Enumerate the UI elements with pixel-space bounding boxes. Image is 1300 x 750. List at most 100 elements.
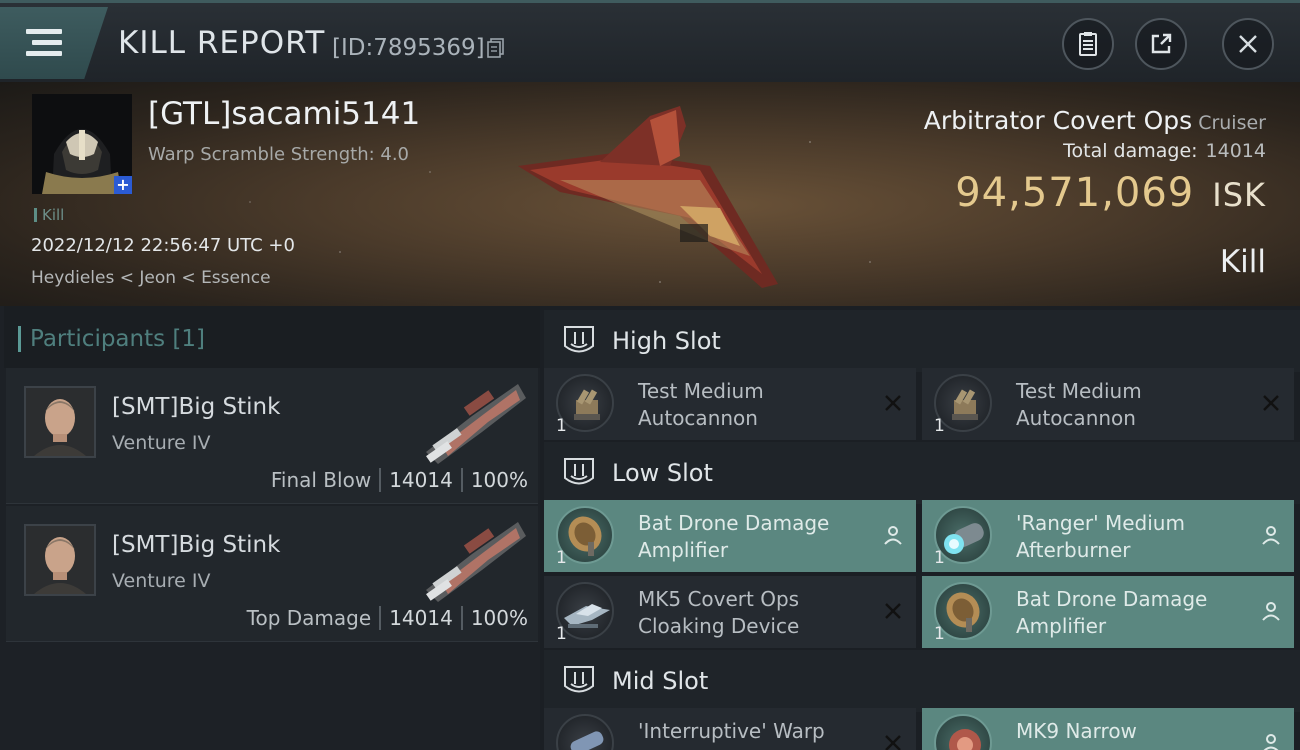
- participant-name[interactable]: [SMT]Big Stink: [112, 532, 280, 558]
- add-contact-button[interactable]: +: [114, 176, 132, 194]
- isk-amount: 94,571,069: [955, 170, 1195, 216]
- kill-datetime: 2022/12/12 22:56:47 UTC +0: [31, 235, 295, 256]
- share-button[interactable]: [1135, 18, 1187, 70]
- module-quantity: 1: [934, 624, 945, 644]
- module-item[interactable]: 1 Bat Drone Damage Amplifier: [922, 576, 1294, 648]
- module-item[interactable]: 1 MK5 Covert Ops Cloaking Device: [544, 576, 916, 648]
- victim-name[interactable]: [GTL]sacami5141: [148, 96, 420, 132]
- participant-stats: Top Damage 14014 100%: [247, 606, 528, 630]
- stats-divider: [379, 468, 382, 492]
- copy-icon[interactable]: [487, 38, 505, 58]
- low-slot-title: Low Slot: [612, 459, 713, 487]
- warp-disruptor-icon: [556, 714, 614, 750]
- menu-button[interactable]: [0, 7, 108, 79]
- mid-slot-title: Mid Slot: [612, 667, 709, 695]
- module-name: Bat Drone Damage Amplifier: [1016, 587, 1208, 638]
- stats-divider: [460, 468, 463, 492]
- module-name: 'Interruptive' Warp: [638, 719, 825, 743]
- module-name: 'Ranger' Medium Afterburner: [1016, 511, 1185, 562]
- module-quantity: 1: [934, 416, 945, 436]
- mid-slot-header: Mid Slot: [544, 650, 1300, 712]
- participants-title: Participants [1]: [17, 326, 206, 352]
- participant-role: Top Damage: [246, 606, 372, 630]
- person-icon: [884, 526, 902, 545]
- clipboard-icon: [1079, 32, 1097, 56]
- participant-ship: Venture IV: [112, 432, 211, 454]
- module-item[interactable]: 1 Test Medium Autocannon: [922, 368, 1294, 440]
- destroyed-icon: [885, 735, 901, 750]
- module-item[interactable]: 1 Test Medium Autocannon: [544, 368, 916, 440]
- destroyed-icon: [885, 603, 901, 619]
- destroyed-icon: [885, 395, 901, 411]
- participants-header: Participants [1]: [4, 306, 540, 368]
- participants-title-text: Participants: [30, 326, 166, 352]
- participant-row[interactable]: [SMT]Big Stink Venture IV Final Blow 140…: [6, 368, 538, 504]
- module-name: Bat Drone Damage Amplifier: [638, 511, 830, 562]
- participants-count: [1]: [172, 326, 206, 352]
- module-quantity: 1: [556, 624, 567, 644]
- total-damage-label: Total damage:: [1063, 140, 1198, 162]
- participant-ship: Venture IV: [112, 570, 211, 592]
- module-name: MK9 Narrow: [1016, 719, 1137, 743]
- participant-portrait[interactable]: [24, 524, 96, 596]
- report-id: [ID:7895369]: [332, 35, 485, 61]
- isk-value: 94,571,069 ISK: [955, 170, 1266, 216]
- module-quantity: 1: [934, 548, 945, 568]
- low-slot-icon: [564, 458, 594, 485]
- kill-tag: Kill: [34, 206, 64, 224]
- high-slot-icon: [564, 326, 594, 353]
- ship-name-text: Arbitrator Covert Ops: [923, 106, 1193, 135]
- participant-ship-image[interactable]: [412, 514, 532, 606]
- victim-banner: + [GTL]sacami5141 Warp Scramble Strength…: [0, 82, 1300, 306]
- high-slot-header: High Slot: [544, 310, 1300, 372]
- warp-scramble-strength: Warp Scramble Strength: 4.0: [148, 144, 410, 165]
- fitting-panel: High Slot 1 Test Medium Autocannon 1 Tes…: [540, 306, 1300, 750]
- top-bar: KILL REPORT [ID:7895369]: [0, 0, 1300, 82]
- module-item[interactable]: 1 Bat Drone Damage Amplifier: [544, 500, 916, 572]
- mid-slot-icon: [564, 666, 594, 693]
- person-icon: [1262, 602, 1280, 621]
- module-item[interactable]: 'Interruptive' Warp: [544, 708, 916, 750]
- participant-percent: 100%: [470, 606, 528, 630]
- participant-row[interactable]: [SMT]Big Stink Venture IV Top Damage 140…: [6, 506, 538, 642]
- participant-face-image: [26, 388, 94, 456]
- module-name: MK5 Covert Ops Cloaking Device: [638, 587, 800, 638]
- narrow-module-icon: [934, 714, 992, 750]
- participant-ship-image[interactable]: [412, 376, 532, 468]
- total-damage: Total damage: 14014: [1063, 140, 1266, 162]
- isk-unit: ISK: [1212, 176, 1266, 214]
- stats-divider: [460, 606, 463, 630]
- destroyed-icon: [1263, 395, 1279, 411]
- module-name: Test Medium Autocannon: [1016, 379, 1142, 430]
- person-icon: [1262, 526, 1280, 545]
- module-item[interactable]: MK9 Narrow: [922, 708, 1294, 750]
- participant-damage: 14014: [389, 606, 453, 630]
- victim-ship-name[interactable]: Arbitrator Covert Ops Cruiser: [924, 106, 1266, 135]
- victim-ship-image[interactable]: [500, 96, 800, 296]
- participant-role: Final Blow: [270, 468, 372, 492]
- close-icon: [1239, 35, 1257, 53]
- kill-location[interactable]: Heydieles < Jeon < Essence: [31, 268, 271, 288]
- clipboard-button[interactable]: [1062, 18, 1114, 70]
- module-quantity: 1: [556, 416, 567, 436]
- person-icon: [1263, 734, 1279, 750]
- close-button[interactable]: [1222, 18, 1274, 70]
- share-icon: [1151, 33, 1172, 54]
- participant-percent: 100%: [470, 468, 528, 492]
- page-title: KILL REPORT: [118, 25, 326, 61]
- hamburger-icon: [26, 29, 62, 57]
- high-slot-title: High Slot: [612, 327, 721, 355]
- ship-class: Cruiser: [1198, 112, 1266, 134]
- participant-portrait[interactable]: [24, 386, 96, 458]
- stats-divider: [379, 606, 382, 630]
- low-slot-header: Low Slot: [544, 442, 1300, 504]
- result-label: Kill: [1219, 244, 1266, 280]
- module-name: Test Medium Autocannon: [638, 379, 764, 430]
- participant-stats: Final Blow 14014 100%: [271, 468, 528, 492]
- module-item[interactable]: 1 'Ranger' Medium Afterburner: [922, 500, 1294, 572]
- participants-panel: Participants [1] [SMT]Big Stink Venture …: [0, 306, 540, 750]
- participant-damage: 14014: [389, 468, 453, 492]
- module-quantity: 1: [556, 548, 567, 568]
- participant-name[interactable]: [SMT]Big Stink: [112, 394, 280, 420]
- participant-face-image: [26, 526, 94, 594]
